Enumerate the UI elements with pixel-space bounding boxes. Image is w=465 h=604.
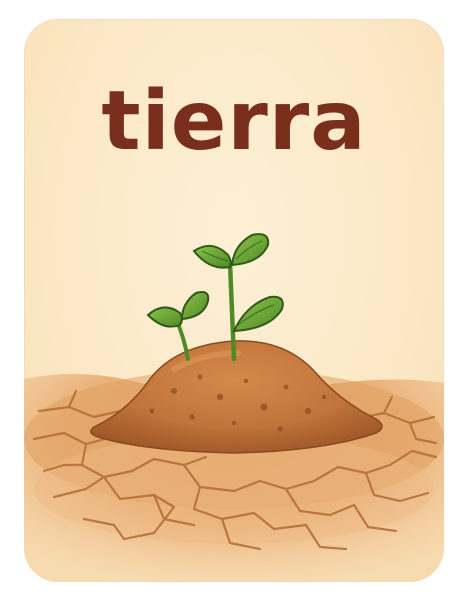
seedlings-in-soil-mound-icon <box>24 233 444 582</box>
word-card: tierra <box>24 19 444 582</box>
